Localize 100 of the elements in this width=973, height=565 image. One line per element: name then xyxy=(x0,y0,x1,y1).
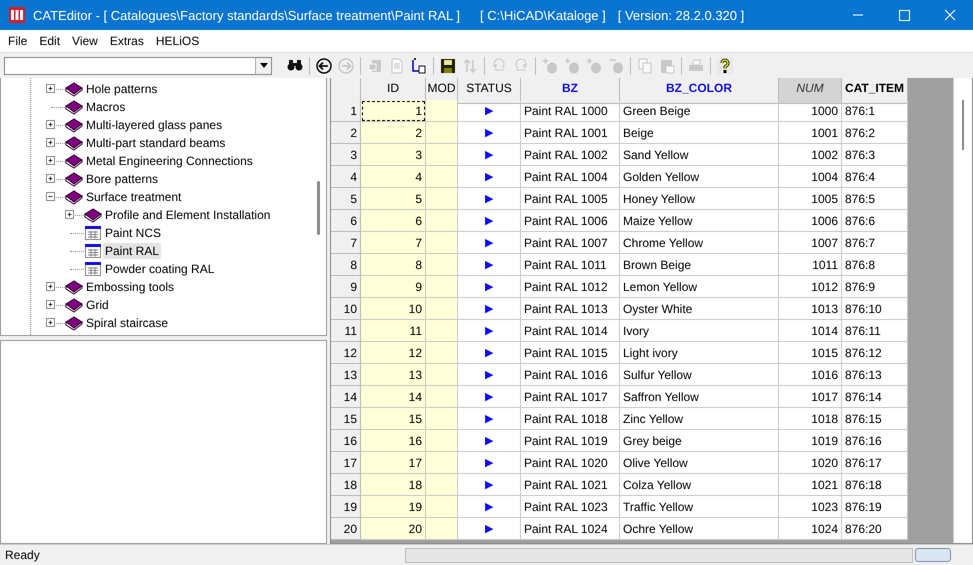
table-cell: Paint RAL 1006 xyxy=(521,210,620,232)
tree-item[interactable]: Profile and Element Installation xyxy=(103,207,272,223)
row-header[interactable]: 1 xyxy=(331,100,361,122)
column-header[interactable]: STATUS xyxy=(458,78,521,104)
row-header[interactable]: 15 xyxy=(331,408,361,430)
sort-arrows-icon xyxy=(461,56,479,74)
row-header[interactable]: 5 xyxy=(331,188,361,210)
tree-item[interactable]: Surface treatment xyxy=(84,189,184,205)
expand-icon[interactable] xyxy=(46,138,55,147)
row-header[interactable]: 17 xyxy=(331,452,361,474)
row-header[interactable]: 19 xyxy=(331,496,361,518)
table-cell xyxy=(426,122,458,144)
table-cell xyxy=(426,496,458,518)
expand-icon[interactable] xyxy=(46,84,55,93)
tree-item[interactable]: Embossing tools xyxy=(84,279,176,295)
collapse-icon[interactable] xyxy=(46,192,55,201)
tree-item[interactable]: Multi-layered glass panes xyxy=(84,117,224,133)
column-header[interactable]: BZ xyxy=(521,78,620,104)
row-header[interactable]: 9 xyxy=(331,276,361,298)
tree-item[interactable]: Powder coating RAL xyxy=(103,261,216,277)
table-cell: 4 xyxy=(361,166,426,188)
table-cell: Olive Yellow xyxy=(620,452,779,474)
table-cell: Golden Yellow xyxy=(620,166,779,188)
table-cell xyxy=(426,342,458,364)
row-header[interactable]: 3 xyxy=(331,144,361,166)
tree-item[interactable]: Grid xyxy=(84,297,111,313)
table-cell: 1024 xyxy=(779,518,842,540)
expand-icon[interactable] xyxy=(46,318,55,327)
add-record-icon xyxy=(585,56,603,74)
version-label: [ Version: 28.2.0.320 ] xyxy=(618,8,744,22)
table-cell: 1017 xyxy=(779,386,842,408)
table-cell: 1001 xyxy=(779,122,842,144)
tree-item[interactable]: Bore patterns xyxy=(84,171,160,187)
table-cell: 1000 xyxy=(779,100,842,122)
tree-item[interactable]: Spiral staircase xyxy=(84,315,170,331)
column-header[interactable]: NUM xyxy=(779,78,842,104)
row-header[interactable]: 7 xyxy=(331,232,361,254)
row-header[interactable]: 10 xyxy=(331,298,361,320)
book-icon xyxy=(65,99,83,115)
table-cell: 876:15 xyxy=(842,408,908,430)
tree-item[interactable]: Hole patterns xyxy=(84,81,160,97)
insert-icon xyxy=(410,56,428,74)
dropdown-arrow-icon xyxy=(260,63,268,68)
row-header[interactable]: 14 xyxy=(331,386,361,408)
table-cell: 876:2 xyxy=(842,122,908,144)
column-header[interactable]: BZ_COLOR xyxy=(620,78,779,104)
table-cell: 1020 xyxy=(779,452,842,474)
search-combo-field[interactable] xyxy=(4,56,272,74)
table-cell xyxy=(426,254,458,276)
table-cell: Paint RAL 1011 xyxy=(521,254,620,276)
menu-item[interactable]: Extras xyxy=(104,34,150,48)
table-cell: Paint RAL 1021 xyxy=(521,474,620,496)
row-header[interactable]: 18 xyxy=(331,474,361,496)
table-cell: 11 xyxy=(361,320,426,342)
row-header[interactable]: 13 xyxy=(331,364,361,386)
menu-item[interactable]: Edit xyxy=(33,34,66,48)
tree-item[interactable]: Macros xyxy=(84,99,128,115)
expand-icon[interactable] xyxy=(46,174,55,183)
table-cell: 1014 xyxy=(779,320,842,342)
table-cell: 1007 xyxy=(779,232,842,254)
table-cell: 876:4 xyxy=(842,166,908,188)
row-header[interactable]: 20 xyxy=(331,518,361,540)
expand-icon[interactable] xyxy=(46,282,55,291)
table-cell: 15 xyxy=(361,408,426,430)
row-header[interactable]: 8 xyxy=(331,254,361,276)
expand-icon[interactable] xyxy=(46,156,55,165)
row-header[interactable]: 2 xyxy=(331,122,361,144)
scrollbar-thumb[interactable] xyxy=(962,100,964,150)
table-cell xyxy=(426,474,458,496)
scrollbar-thumb[interactable] xyxy=(317,181,320,235)
table-cell: 876:13 xyxy=(842,364,908,386)
tree-item[interactable]: Multi-part standard beams xyxy=(84,135,228,151)
row-header[interactable]: 12 xyxy=(331,342,361,364)
table-cell: Honey Yellow xyxy=(620,188,779,210)
table-cell: 12 xyxy=(361,342,426,364)
row-header[interactable]: 4 xyxy=(331,166,361,188)
expand-icon[interactable] xyxy=(46,120,55,129)
row-header[interactable]: 11 xyxy=(331,320,361,342)
menu-item[interactable]: File xyxy=(2,34,34,48)
row-header[interactable]: 16 xyxy=(331,430,361,452)
table-cell: 876:9 xyxy=(842,276,908,298)
help-icon xyxy=(716,56,734,74)
expand-icon[interactable] xyxy=(65,210,74,219)
tree-item[interactable]: Paint RAL xyxy=(103,243,162,259)
expand-icon[interactable] xyxy=(46,300,55,309)
table-cell: 876:14 xyxy=(842,386,908,408)
table-cell: 5 xyxy=(361,188,426,210)
table-cell: Paint RAL 1020 xyxy=(521,452,620,474)
book-icon xyxy=(65,153,83,169)
menu-item[interactable]: View xyxy=(66,34,104,48)
book-icon xyxy=(65,81,83,97)
menu-item[interactable]: HELiOS xyxy=(150,34,206,48)
tree-item[interactable]: Paint NCS xyxy=(103,225,164,241)
tree-item[interactable]: Metal Engineering Connections xyxy=(84,153,255,169)
row-header[interactable]: 6 xyxy=(331,210,361,232)
table-cell: Sand Yellow xyxy=(620,144,779,166)
column-header[interactable]: CAT_ITEM xyxy=(842,78,908,104)
table-cell: 10 xyxy=(361,298,426,320)
table-cell xyxy=(426,518,458,540)
remove-record-icon xyxy=(607,56,625,74)
